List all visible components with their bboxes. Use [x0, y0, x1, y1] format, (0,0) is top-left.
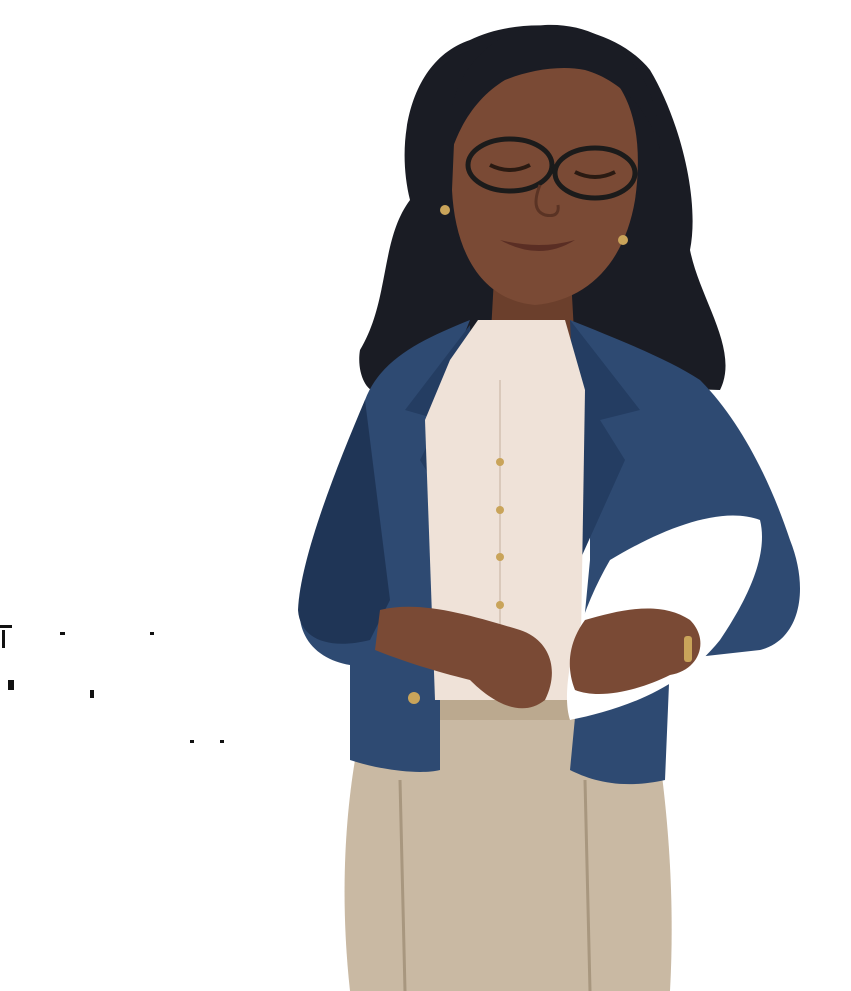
glasses-bridge	[550, 163, 558, 170]
stray-mark	[90, 690, 94, 698]
blouse-button-3	[496, 553, 504, 561]
blouse-button-4	[496, 601, 504, 609]
hand-right	[569, 608, 701, 695]
earring-left	[440, 205, 450, 215]
blouse-button-2	[496, 506, 504, 514]
earring-right	[618, 235, 628, 245]
blouse-button-1	[496, 458, 504, 466]
illustration	[298, 24, 800, 991]
stray-mark	[150, 632, 154, 635]
stray-mark	[0, 625, 12, 628]
stray-mark	[8, 680, 14, 690]
bracelet	[684, 636, 692, 662]
image-canvas	[0, 0, 851, 991]
stray-mark	[2, 630, 5, 648]
stray-mark	[190, 740, 194, 743]
blazer-button	[408, 692, 420, 704]
stray-mark	[60, 632, 65, 635]
stray-mark	[220, 740, 224, 743]
